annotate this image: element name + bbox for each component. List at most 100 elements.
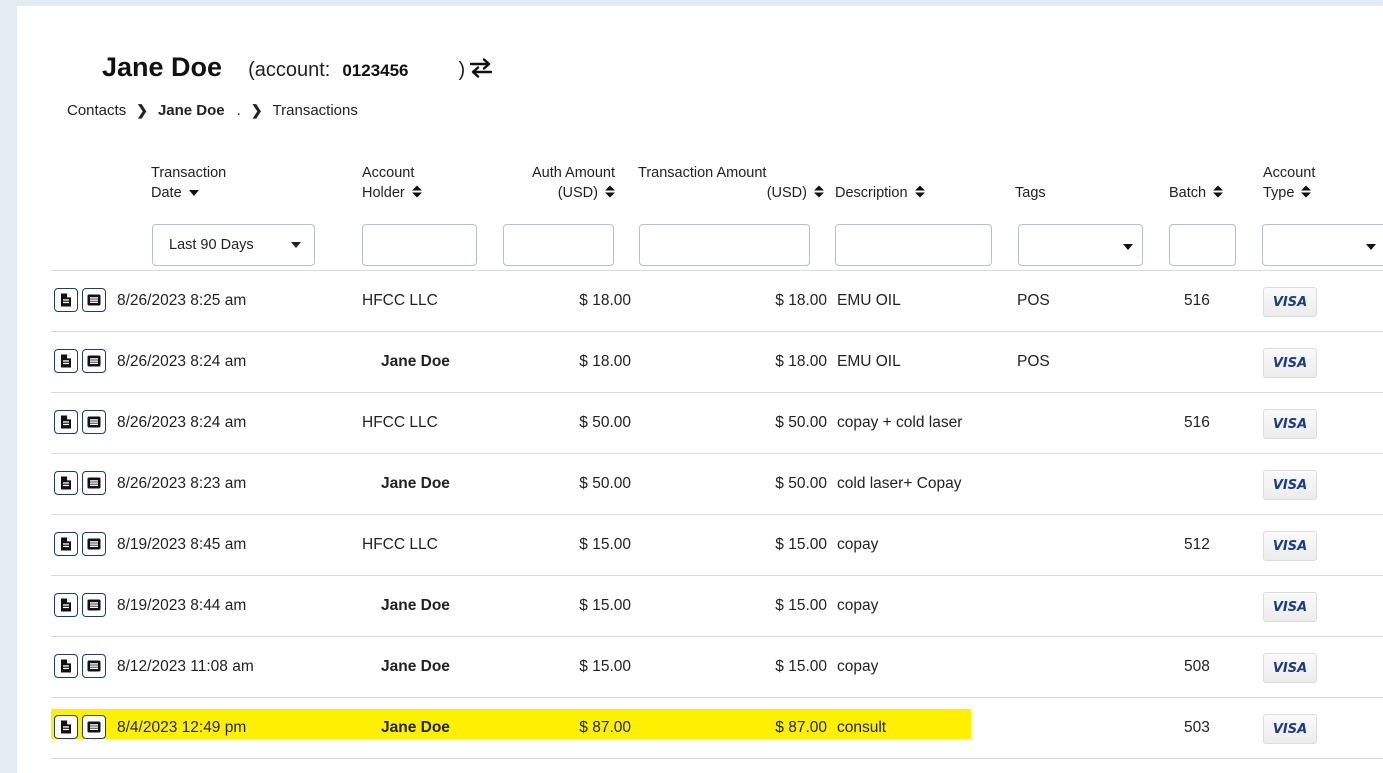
transaction-date: 8/26/2023 8:24 am xyxy=(117,414,247,431)
auth-amount: $ 18.00 xyxy=(579,353,631,370)
column-header-label: Account xyxy=(362,165,415,181)
transaction-date: 8/19/2023 8:44 am xyxy=(117,597,247,614)
receipt-button[interactable] xyxy=(54,593,78,617)
visa-card-badge: VISA xyxy=(1263,287,1317,317)
auth-amount: $ 50.00 xyxy=(579,414,631,431)
sort-icon xyxy=(1301,185,1312,198)
column-header-label: Transaction Amount xyxy=(638,165,767,181)
receipt-button[interactable] xyxy=(54,471,78,495)
account-holder: Jane Doe xyxy=(381,658,450,675)
description: EMU OIL xyxy=(837,292,901,309)
document-icon xyxy=(60,537,72,551)
account-holder: HFCC LLC xyxy=(362,292,438,309)
list-icon xyxy=(87,355,101,367)
account-holder-filter-input[interactable] xyxy=(362,224,477,266)
visa-card-badge: VISA xyxy=(1263,653,1317,683)
column-header-transaction-date[interactable]: Transaction Date xyxy=(151,163,226,203)
description: cold laser+ Copay xyxy=(837,475,962,492)
receipt-button[interactable] xyxy=(54,532,78,556)
receipt-button[interactable] xyxy=(54,410,78,434)
column-header-label: Date xyxy=(151,185,182,201)
transaction-amount-filter-input[interactable] xyxy=(639,224,810,266)
list-icon xyxy=(87,660,101,672)
description: consult xyxy=(837,719,887,736)
batch-filter-input[interactable] xyxy=(1169,224,1236,266)
batch-number: 516 xyxy=(1184,414,1210,431)
column-header-label: Tags xyxy=(1015,185,1046,201)
column-header-account-type[interactable]: Account Type xyxy=(1263,163,1315,203)
details-button[interactable] xyxy=(82,410,106,434)
auth-amount-filter-input[interactable] xyxy=(503,224,614,266)
receipt-button[interactable] xyxy=(54,654,78,678)
document-icon xyxy=(60,659,72,673)
column-header-label: Auth Amount xyxy=(531,165,615,181)
breadcrumb-contacts[interactable]: Contacts xyxy=(67,102,126,119)
date-range-value: Last 90 Days xyxy=(169,237,254,253)
document-icon xyxy=(60,415,72,429)
receipt-button[interactable] xyxy=(54,715,78,739)
column-header-label: Holder xyxy=(362,185,405,201)
swap-arrows-icon[interactable] xyxy=(469,58,493,78)
details-button[interactable] xyxy=(82,593,106,617)
batch-number: 508 xyxy=(1184,658,1210,675)
chevron-down-icon xyxy=(1366,244,1376,250)
document-icon xyxy=(60,476,72,490)
account-type-filter-select[interactable] xyxy=(1262,224,1383,266)
visa-card-badge: VISA xyxy=(1263,348,1317,378)
transaction-amount: $ 50.00 xyxy=(775,475,827,492)
account-holder: Jane Doe xyxy=(381,597,450,614)
transaction-amount: $ 18.00 xyxy=(775,292,827,309)
visa-card-badge: VISA xyxy=(1263,592,1317,622)
transaction-date: 8/26/2023 8:25 am xyxy=(117,292,247,309)
auth-amount: $ 18.00 xyxy=(579,292,631,309)
visa-card-badge: VISA xyxy=(1263,470,1317,500)
auth-amount: $ 87.00 xyxy=(579,719,631,736)
column-header-label: Account xyxy=(1263,165,1316,181)
table-row: 8/26/2023 8:25 am HFCC LLC $ 18.00 $ 18.00 E… xyxy=(51,270,1383,331)
column-header-label: (USD) xyxy=(766,185,807,201)
account-holder: HFCC LLC xyxy=(362,414,438,431)
receipt-button[interactable] xyxy=(54,288,78,312)
details-button[interactable] xyxy=(82,532,106,556)
transaction-amount: $ 15.00 xyxy=(775,536,827,553)
details-button[interactable] xyxy=(82,288,106,312)
breadcrumb-contact[interactable]: Jane Doe xyxy=(158,102,225,119)
description: copay xyxy=(837,536,879,553)
details-button[interactable] xyxy=(82,471,106,495)
transaction-date: 8/26/2023 8:23 am xyxy=(117,475,247,492)
batch-number: 516 xyxy=(1184,292,1210,309)
column-header-label: (USD) xyxy=(557,185,598,201)
description-filter-input[interactable] xyxy=(835,224,992,266)
account-label-close: ) xyxy=(458,59,466,81)
table-row: 8/12/2023 11:08 am Jane Doe $ 15.00 $ 15.00… xyxy=(51,636,1383,697)
transactions-panel: Jane Doe (account: 0123456 ) Contacts ❯ … xyxy=(17,6,1383,773)
column-header-account-holder[interactable]: Account Holder xyxy=(362,163,422,203)
transaction-date: 8/19/2023 8:45 am xyxy=(117,536,247,553)
chevron-down-icon xyxy=(291,242,301,248)
column-header-tags: Tags xyxy=(1015,183,1046,203)
column-header-batch[interactable]: Batch xyxy=(1169,183,1224,203)
column-header-auth-amount[interactable]: Auth Amount (USD) xyxy=(495,163,615,203)
column-header-label: Type xyxy=(1263,185,1295,201)
transaction-amount: $ 15.00 xyxy=(775,658,827,675)
tags-filter-select[interactable] xyxy=(1018,224,1143,266)
details-button[interactable] xyxy=(82,349,106,373)
auth-amount: $ 15.00 xyxy=(579,658,631,675)
date-range-select[interactable]: Last 90 Days xyxy=(152,224,315,266)
chevron-right-icon: ❯ xyxy=(250,102,263,118)
column-header-label: Description xyxy=(835,185,908,201)
transaction-amount: $ 50.00 xyxy=(775,414,827,431)
receipt-button[interactable] xyxy=(54,349,78,373)
tags: POS xyxy=(1017,292,1050,309)
column-header-transaction-amount[interactable]: Transaction Amount (USD) xyxy=(638,163,824,203)
transaction-amount: $ 15.00 xyxy=(775,597,827,614)
details-button[interactable] xyxy=(82,654,106,678)
document-icon xyxy=(60,293,72,307)
column-header-description[interactable]: Description xyxy=(835,183,925,203)
sort-icon xyxy=(605,185,615,198)
transaction-amount: $ 18.00 xyxy=(775,353,827,370)
account-holder: HFCC LLC xyxy=(362,536,438,553)
table-row: 8/4/2023 12:49 pm Jane Doe $ 87.00 $ 87.00 c… xyxy=(51,697,1383,758)
details-button[interactable] xyxy=(82,715,106,739)
list-icon xyxy=(87,416,101,428)
